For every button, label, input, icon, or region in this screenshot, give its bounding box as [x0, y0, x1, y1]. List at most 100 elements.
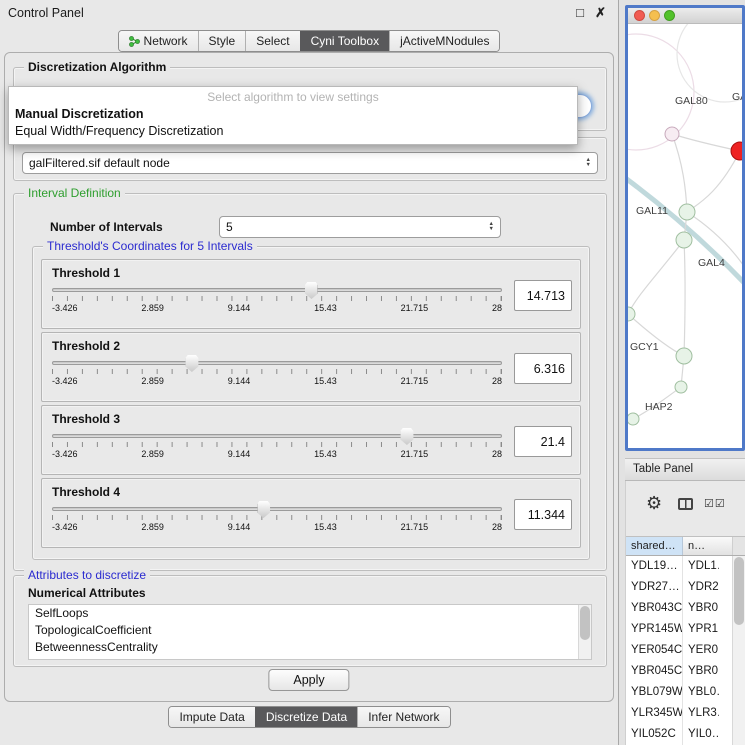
- cell[interactable]: YDR2…: [683, 577, 719, 598]
- cell[interactable]: YBL0…: [683, 682, 719, 703]
- table-row[interactable]: YER054CYER0…: [626, 640, 745, 661]
- cell[interactable]: YLR3…: [683, 703, 719, 724]
- cell[interactable]: YDL19…: [626, 556, 683, 577]
- table-row[interactable]: YBL079WYBL0…: [626, 682, 745, 703]
- threshold-3-slider[interactable]: -3.426 2.859 9.144 15.43 21.715 28: [52, 434, 502, 459]
- numerical-attributes-label: Numerical Attributes: [28, 586, 146, 600]
- attributes-scrollbar[interactable]: [578, 605, 591, 659]
- network-node-highlighted[interactable]: [731, 142, 742, 160]
- float-window-icon[interactable]: □: [576, 5, 584, 20]
- select-columns-checkboxes-icon[interactable]: ☑☑: [704, 497, 726, 510]
- scale-label: 21.715: [401, 303, 429, 313]
- scale-label: 2.859: [141, 303, 164, 313]
- scale-label: -3.426: [52, 449, 78, 459]
- tab-style-label: Style: [209, 34, 236, 48]
- table-row[interactable]: YBR045CYBR0…: [626, 661, 745, 682]
- interval-definition-group-title: Interval Definition: [24, 186, 125, 200]
- scale-label: -3.426: [52, 522, 78, 532]
- network-node[interactable]: [628, 413, 639, 425]
- close-window-icon[interactable]: ✗: [595, 5, 606, 21]
- gear-icon[interactable]: ⚙: [646, 494, 662, 512]
- network-node[interactable]: [676, 348, 692, 364]
- table-row[interactable]: YPR145WYPR1…: [626, 619, 745, 640]
- tab-discretize-data-label: Discretize Data: [266, 710, 347, 724]
- threshold-4-slider[interactable]: -3.426 2.859 9.144 15.43 21.715 28: [52, 507, 502, 532]
- table-data-select[interactable]: galFiltered.sif default node ▲▼: [22, 152, 598, 174]
- numerical-attributes-list[interactable]: SelfLoops TopologicalCoefficient Between…: [28, 604, 592, 660]
- dropdown-item-equal-width-frequency[interactable]: Equal Width/Frequency Discretization: [9, 123, 577, 140]
- table-body: YDL19…YDL1… YDR27…YDR2… YBR043CYBR0… YPR…: [626, 556, 745, 745]
- list-item[interactable]: TopologicalCoefficient: [29, 622, 591, 639]
- apply-button[interactable]: Apply: [268, 669, 349, 691]
- threshold-1-slider[interactable]: -3.426 2.859 9.144 15.43 21.715 28: [52, 288, 502, 313]
- scale-label: 15.43: [314, 376, 337, 386]
- network-node[interactable]: [676, 232, 692, 248]
- table-row[interactable]: YDL19…YDL1…: [626, 556, 745, 577]
- tab-cyni-toolbox[interactable]: Cyni Toolbox: [300, 31, 389, 51]
- cell[interactable]: YPR1…: [683, 619, 719, 640]
- cell[interactable]: YBL079W: [626, 682, 683, 703]
- cell[interactable]: YIL052C: [626, 724, 683, 745]
- cell[interactable]: YER0…: [683, 640, 719, 661]
- threshold-1-value-field[interactable]: 14.713: [514, 280, 572, 311]
- network-node[interactable]: [679, 204, 695, 220]
- cell[interactable]: YBR043C: [626, 598, 683, 619]
- threshold-3-value-field[interactable]: 21.4: [514, 426, 572, 457]
- cell[interactable]: YBR045C: [626, 661, 683, 682]
- table-row[interactable]: YDR27…YDR2…: [626, 577, 745, 598]
- network-view-window[interactable]: GAL80 GA GAL11 GAL4 GCY1 HAP2: [625, 5, 745, 451]
- cell[interactable]: YDR27…: [626, 577, 683, 598]
- scale-label: 2.859: [141, 449, 164, 459]
- tab-impute-data[interactable]: Impute Data: [169, 707, 254, 727]
- cell[interactable]: YER054C: [626, 640, 683, 661]
- table-row[interactable]: YLR345WYLR3…: [626, 703, 745, 724]
- cell[interactable]: YBR0…: [683, 598, 719, 619]
- zoom-traffic-light-icon[interactable]: [664, 10, 675, 21]
- tab-discretize-data[interactable]: Discretize Data: [255, 707, 357, 727]
- cell[interactable]: YLR345W: [626, 703, 683, 724]
- list-item[interactable]: SelfLoops: [29, 605, 591, 622]
- cell[interactable]: YIL0…: [683, 724, 719, 745]
- cell[interactable]: YBR0…: [683, 661, 719, 682]
- dropdown-item-manual-discretization[interactable]: Manual Discretization: [9, 106, 577, 123]
- table-panel-header[interactable]: Table Panel: [625, 458, 745, 481]
- scrollbar-thumb[interactable]: [734, 557, 744, 625]
- tab-infer-network[interactable]: Infer Network: [357, 707, 449, 727]
- scrollbar-thumb[interactable]: [580, 606, 590, 640]
- slider-track[interactable]: [52, 361, 502, 365]
- slider-track[interactable]: [52, 507, 502, 511]
- network-canvas[interactable]: GAL80 GA GAL11 GAL4 GCY1 HAP2: [628, 24, 742, 451]
- threshold-2-value-field[interactable]: 6.316: [514, 353, 572, 384]
- list-item[interactable]: BetweennessCentrality: [29, 639, 591, 656]
- tab-style[interactable]: Style: [198, 31, 246, 51]
- columns-icon[interactable]: [678, 498, 693, 510]
- tab-jactivemnodules[interactable]: jActiveMNodules: [389, 31, 499, 51]
- node-label-partial: GA: [732, 91, 742, 103]
- tab-select[interactable]: Select: [245, 31, 299, 51]
- network-node[interactable]: [665, 127, 679, 141]
- slider-track[interactable]: [52, 434, 502, 438]
- column-header-name[interactable]: n…: [683, 537, 732, 555]
- threshold-panel-1: Threshold 1 -3.426 2.859 9.144: [41, 259, 581, 329]
- network-node[interactable]: [675, 381, 687, 393]
- table-row[interactable]: YIL052CYIL0…: [626, 724, 745, 745]
- close-traffic-light-icon[interactable]: [634, 10, 645, 21]
- threshold-stack: Threshold 1 -3.426 2.859 9.144: [41, 259, 581, 551]
- cell[interactable]: YPR145W: [626, 619, 683, 640]
- threshold-4-value-field[interactable]: 11.344: [514, 499, 572, 530]
- tab-network[interactable]: Network: [119, 31, 198, 51]
- number-of-intervals-select[interactable]: 5 ▲▼: [219, 216, 501, 238]
- slider-ticks: [52, 515, 502, 520]
- minimize-traffic-light-icon[interactable]: [649, 10, 660, 21]
- scale-label: 2.859: [141, 522, 164, 532]
- bottom-tab-bar: Impute Data Discretize Data Infer Networ…: [0, 706, 619, 728]
- column-header-shared-name[interactable]: shared…: [626, 537, 683, 555]
- threshold-2-slider[interactable]: -3.426 2.859 9.144 15.43 21.715 28: [52, 361, 502, 386]
- network-icon: [129, 36, 140, 47]
- cell[interactable]: YDL1…: [683, 556, 719, 577]
- slider-track[interactable]: [52, 288, 502, 292]
- scale-label: 28: [492, 449, 502, 459]
- slider-ticks: [52, 369, 502, 374]
- table-scrollbar[interactable]: [732, 556, 745, 745]
- table-row[interactable]: YBR043CYBR0…: [626, 598, 745, 619]
